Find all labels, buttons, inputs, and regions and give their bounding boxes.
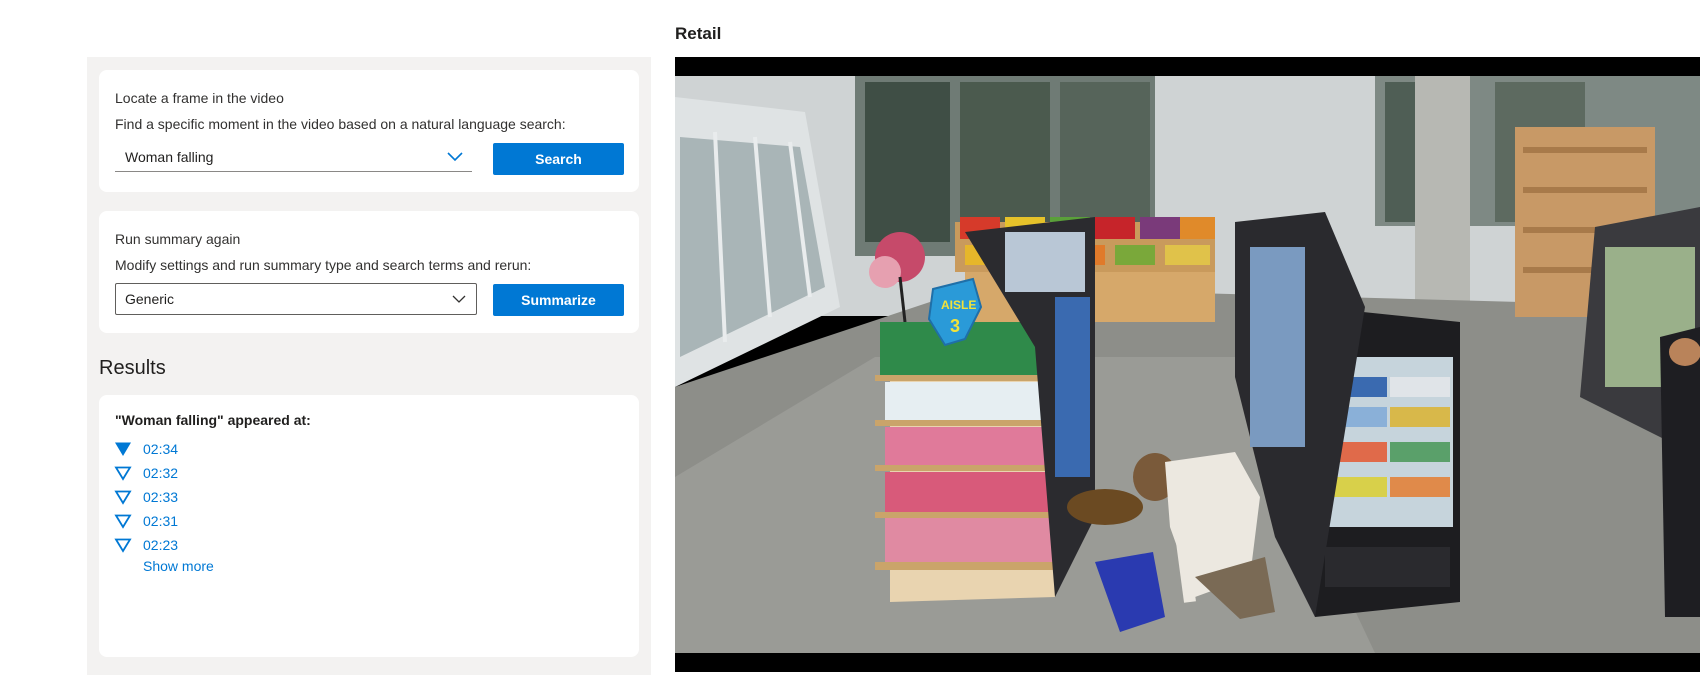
results-heading: Results xyxy=(99,357,166,379)
results-card: "Woman falling" appeared at: 02:34 02:32… xyxy=(99,395,639,657)
locate-frame-card: Locate a frame in the video Find a speci… xyxy=(99,70,639,192)
video-title: Retail xyxy=(675,24,722,43)
video-player[interactable]: AISLE 3 xyxy=(675,57,1700,672)
search-query-value: Woman falling xyxy=(125,148,214,165)
left-panel: Locate a frame in the video Find a speci… xyxy=(87,57,651,675)
run-summary-card: Run summary again Modify settings and ru… xyxy=(99,211,639,333)
show-more-link[interactable]: Show more xyxy=(143,558,214,574)
search-button[interactable]: Search xyxy=(493,143,624,175)
result-item[interactable]: 02:31 xyxy=(114,510,178,532)
summary-description: Modify settings and run summary type and… xyxy=(115,257,532,273)
result-item[interactable]: 02:23 xyxy=(114,534,178,556)
search-query-combobox[interactable]: Woman falling xyxy=(115,142,472,172)
locate-description: Find a specific moment in the video base… xyxy=(115,116,566,132)
summary-title: Run summary again xyxy=(115,231,241,247)
aisle-sign-number: 3 xyxy=(950,316,960,336)
triangle-down-icon xyxy=(114,538,132,553)
result-time[interactable]: 02:31 xyxy=(143,513,178,529)
aisle-sign-label: AISLE xyxy=(941,298,976,312)
results-header: "Woman falling" appeared at: xyxy=(115,412,311,428)
result-item[interactable]: 02:33 xyxy=(114,486,178,508)
triangle-down-icon xyxy=(114,514,132,529)
result-time[interactable]: 02:23 xyxy=(143,537,178,553)
triangle-down-icon xyxy=(114,466,132,481)
store-scene: AISLE 3 xyxy=(675,76,1700,653)
result-time[interactable]: 02:34 xyxy=(143,441,178,457)
summarize-button[interactable]: Summarize xyxy=(493,284,624,316)
chevron-down-icon[interactable] xyxy=(446,148,464,164)
summary-type-value: Generic xyxy=(125,291,175,307)
result-item[interactable]: 02:34 xyxy=(114,438,178,460)
locate-title: Locate a frame in the video xyxy=(115,90,284,106)
video-frame: AISLE 3 xyxy=(675,76,1700,653)
result-item[interactable]: 02:32 xyxy=(114,462,178,484)
triangle-down-icon xyxy=(114,490,132,505)
summary-type-dropdown[interactable]: Generic xyxy=(115,283,477,315)
chevron-down-icon xyxy=(452,295,466,303)
triangle-down-filled-icon xyxy=(115,442,131,456)
result-time[interactable]: 02:33 xyxy=(143,489,178,505)
result-time[interactable]: 02:32 xyxy=(143,465,178,481)
